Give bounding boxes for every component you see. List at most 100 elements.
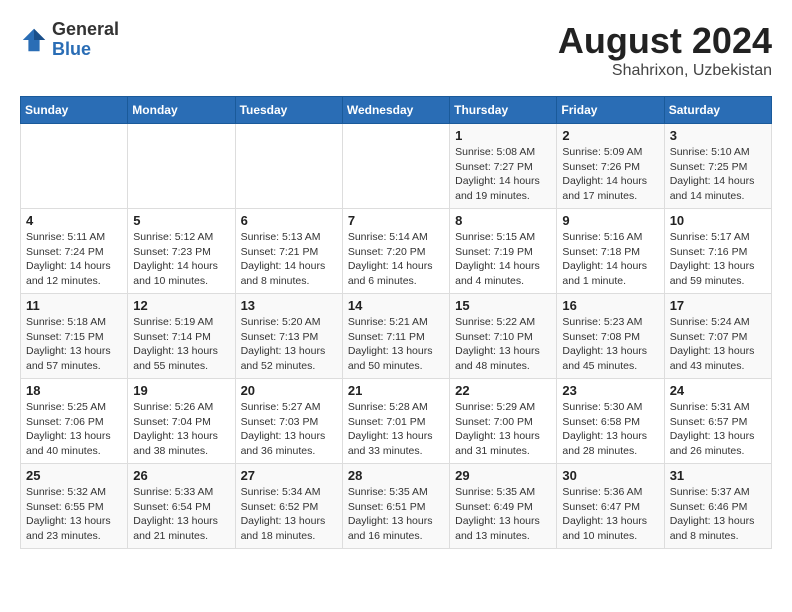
day-info: Sunrise: 5:27 AMSunset: 7:03 PMDaylight:… bbox=[241, 400, 337, 459]
week-row-2: 4 Sunrise: 5:11 AMSunset: 7:24 PMDaylight… bbox=[21, 209, 772, 294]
calendar-cell: 12 Sunrise: 5:19 AMSunset: 7:14 PMDayligh… bbox=[128, 294, 235, 379]
day-number: 23 bbox=[562, 383, 658, 398]
calendar-cell: 19 Sunrise: 5:26 AMSunset: 7:04 PMDayligh… bbox=[128, 379, 235, 464]
day-number: 16 bbox=[562, 298, 658, 313]
day-info: Sunrise: 5:12 AMSunset: 7:23 PMDaylight:… bbox=[133, 230, 229, 289]
week-row-5: 25 Sunrise: 5:32 AMSunset: 6:55 PMDayligh… bbox=[21, 464, 772, 549]
calendar-cell: 29 Sunrise: 5:35 AMSunset: 6:49 PMDayligh… bbox=[450, 464, 557, 549]
calendar-cell: 30 Sunrise: 5:36 AMSunset: 6:47 PMDayligh… bbox=[557, 464, 664, 549]
column-header-friday: Friday bbox=[557, 97, 664, 124]
calendar-cell bbox=[342, 124, 449, 209]
title-block: August 2024 Shahrixon, Uzbekistan bbox=[558, 20, 772, 80]
day-number: 10 bbox=[670, 213, 766, 228]
logo-icon bbox=[20, 26, 48, 54]
day-number: 25 bbox=[26, 468, 122, 483]
column-header-tuesday: Tuesday bbox=[235, 97, 342, 124]
day-info: Sunrise: 5:22 AMSunset: 7:10 PMDaylight:… bbox=[455, 315, 551, 374]
day-info: Sunrise: 5:11 AMSunset: 7:24 PMDaylight:… bbox=[26, 230, 122, 289]
day-number: 8 bbox=[455, 213, 551, 228]
day-info: Sunrise: 5:13 AMSunset: 7:21 PMDaylight:… bbox=[241, 230, 337, 289]
day-number: 27 bbox=[241, 468, 337, 483]
logo-blue-text: Blue bbox=[52, 40, 119, 60]
day-number: 6 bbox=[241, 213, 337, 228]
day-info: Sunrise: 5:20 AMSunset: 7:13 PMDaylight:… bbox=[241, 315, 337, 374]
calendar-cell: 31Sunrise: 5:37 AMSunset: 6:46 PMDayligh… bbox=[664, 464, 771, 549]
logo-general-text: General bbox=[52, 20, 119, 40]
calendar-cell: 1 Sunrise: 5:08 AMSunset: 7:27 PMDaylight… bbox=[450, 124, 557, 209]
day-info: Sunrise: 5:32 AMSunset: 6:55 PMDaylight:… bbox=[26, 485, 122, 544]
day-info: Sunrise: 5:35 AMSunset: 6:49 PMDaylight:… bbox=[455, 485, 551, 544]
calendar-cell: 27 Sunrise: 5:34 AMSunset: 6:52 PMDayligh… bbox=[235, 464, 342, 549]
day-number: 7 bbox=[348, 213, 444, 228]
calendar-cell: 6 Sunrise: 5:13 AMSunset: 7:21 PMDaylight… bbox=[235, 209, 342, 294]
day-number: 17 bbox=[670, 298, 766, 313]
calendar-cell: 13 Sunrise: 5:20 AMSunset: 7:13 PMDayligh… bbox=[235, 294, 342, 379]
day-number: 2 bbox=[562, 128, 658, 143]
calendar-cell: 4 Sunrise: 5:11 AMSunset: 7:24 PMDaylight… bbox=[21, 209, 128, 294]
logo: General Blue bbox=[20, 20, 119, 60]
day-info: Sunrise: 5:16 AMSunset: 7:18 PMDaylight:… bbox=[562, 230, 658, 289]
week-row-4: 18Sunrise: 5:25 AMSunset: 7:06 PMDayligh… bbox=[21, 379, 772, 464]
calendar-cell: 2Sunrise: 5:09 AMSunset: 7:26 PMDaylight… bbox=[557, 124, 664, 209]
calendar-cell bbox=[235, 124, 342, 209]
day-number: 5 bbox=[133, 213, 229, 228]
main-title: August 2024 bbox=[558, 20, 772, 62]
calendar-cell: 24 Sunrise: 5:31 AMSunset: 6:57 PMDayligh… bbox=[664, 379, 771, 464]
day-number: 4 bbox=[26, 213, 122, 228]
calendar-cell bbox=[21, 124, 128, 209]
week-row-3: 11Sunrise: 5:18 AMSunset: 7:15 PMDayligh… bbox=[21, 294, 772, 379]
calendar-cell: 16Sunrise: 5:23 AMSunset: 7:08 PMDayligh… bbox=[557, 294, 664, 379]
calendar-cell: 23Sunrise: 5:30 AMSunset: 6:58 PMDayligh… bbox=[557, 379, 664, 464]
calendar-cell: 18Sunrise: 5:25 AMSunset: 7:06 PMDayligh… bbox=[21, 379, 128, 464]
week-row-1: 1 Sunrise: 5:08 AMSunset: 7:27 PMDaylight… bbox=[21, 124, 772, 209]
calendar-cell: 28Sunrise: 5:35 AMSunset: 6:51 PMDayligh… bbox=[342, 464, 449, 549]
column-header-saturday: Saturday bbox=[664, 97, 771, 124]
day-info: Sunrise: 5:29 AMSunset: 7:00 PMDaylight:… bbox=[455, 400, 551, 459]
day-number: 30 bbox=[562, 468, 658, 483]
calendar-cell: 20Sunrise: 5:27 AMSunset: 7:03 PMDayligh… bbox=[235, 379, 342, 464]
day-info: Sunrise: 5:24 AMSunset: 7:07 PMDaylight:… bbox=[670, 315, 766, 374]
calendar-cell: 22 Sunrise: 5:29 AMSunset: 7:00 PMDayligh… bbox=[450, 379, 557, 464]
day-number: 11 bbox=[26, 298, 122, 313]
day-number: 28 bbox=[348, 468, 444, 483]
subtitle: Shahrixon, Uzbekistan bbox=[558, 62, 772, 80]
calendar-cell: 9Sunrise: 5:16 AMSunset: 7:18 PMDaylight… bbox=[557, 209, 664, 294]
calendar-header-row: SundayMondayTuesdayWednesdayThursdayFrid… bbox=[21, 97, 772, 124]
day-number: 24 bbox=[670, 383, 766, 398]
day-number: 19 bbox=[133, 383, 229, 398]
calendar-cell bbox=[128, 124, 235, 209]
day-info: Sunrise: 5:31 AMSunset: 6:57 PMDaylight:… bbox=[670, 400, 766, 459]
calendar-cell: 8 Sunrise: 5:15 AMSunset: 7:19 PMDaylight… bbox=[450, 209, 557, 294]
day-number: 14 bbox=[348, 298, 444, 313]
day-info: Sunrise: 5:36 AMSunset: 6:47 PMDaylight:… bbox=[562, 485, 658, 544]
day-info: Sunrise: 5:15 AMSunset: 7:19 PMDaylight:… bbox=[455, 230, 551, 289]
day-number: 12 bbox=[133, 298, 229, 313]
day-info: Sunrise: 5:25 AMSunset: 7:06 PMDaylight:… bbox=[26, 400, 122, 459]
day-info: Sunrise: 5:26 AMSunset: 7:04 PMDaylight:… bbox=[133, 400, 229, 459]
day-number: 21 bbox=[348, 383, 444, 398]
day-info: Sunrise: 5:37 AMSunset: 6:46 PMDaylight:… bbox=[670, 485, 766, 544]
calendar-cell: 26Sunrise: 5:33 AMSunset: 6:54 PMDayligh… bbox=[128, 464, 235, 549]
day-info: Sunrise: 5:14 AMSunset: 7:20 PMDaylight:… bbox=[348, 230, 444, 289]
calendar-cell: 3Sunrise: 5:10 AMSunset: 7:25 PMDaylight… bbox=[664, 124, 771, 209]
calendar-cell: 5 Sunrise: 5:12 AMSunset: 7:23 PMDaylight… bbox=[128, 209, 235, 294]
day-info: Sunrise: 5:33 AMSunset: 6:54 PMDaylight:… bbox=[133, 485, 229, 544]
calendar-cell: 15 Sunrise: 5:22 AMSunset: 7:10 PMDayligh… bbox=[450, 294, 557, 379]
day-info: Sunrise: 5:19 AMSunset: 7:14 PMDaylight:… bbox=[133, 315, 229, 374]
calendar-cell: 25 Sunrise: 5:32 AMSunset: 6:55 PMDayligh… bbox=[21, 464, 128, 549]
day-number: 15 bbox=[455, 298, 551, 313]
calendar-cell: 14 Sunrise: 5:21 AMSunset: 7:11 PMDayligh… bbox=[342, 294, 449, 379]
day-info: Sunrise: 5:34 AMSunset: 6:52 PMDaylight:… bbox=[241, 485, 337, 544]
column-header-thursday: Thursday bbox=[450, 97, 557, 124]
calendar-table: SundayMondayTuesdayWednesdayThursdayFrid… bbox=[20, 96, 772, 549]
day-info: Sunrise: 5:21 AMSunset: 7:11 PMDaylight:… bbox=[348, 315, 444, 374]
day-info: Sunrise: 5:08 AMSunset: 7:27 PMDaylight:… bbox=[455, 145, 551, 204]
day-number: 13 bbox=[241, 298, 337, 313]
day-number: 29 bbox=[455, 468, 551, 483]
column-header-monday: Monday bbox=[128, 97, 235, 124]
calendar-cell: 17 Sunrise: 5:24 AMSunset: 7:07 PMDayligh… bbox=[664, 294, 771, 379]
day-number: 22 bbox=[455, 383, 551, 398]
day-number: 1 bbox=[455, 128, 551, 143]
page-header: General Blue August 2024 Shahrixon, Uzbe… bbox=[20, 20, 772, 80]
calendar-cell: 10Sunrise: 5:17 AMSunset: 7:16 PMDayligh… bbox=[664, 209, 771, 294]
